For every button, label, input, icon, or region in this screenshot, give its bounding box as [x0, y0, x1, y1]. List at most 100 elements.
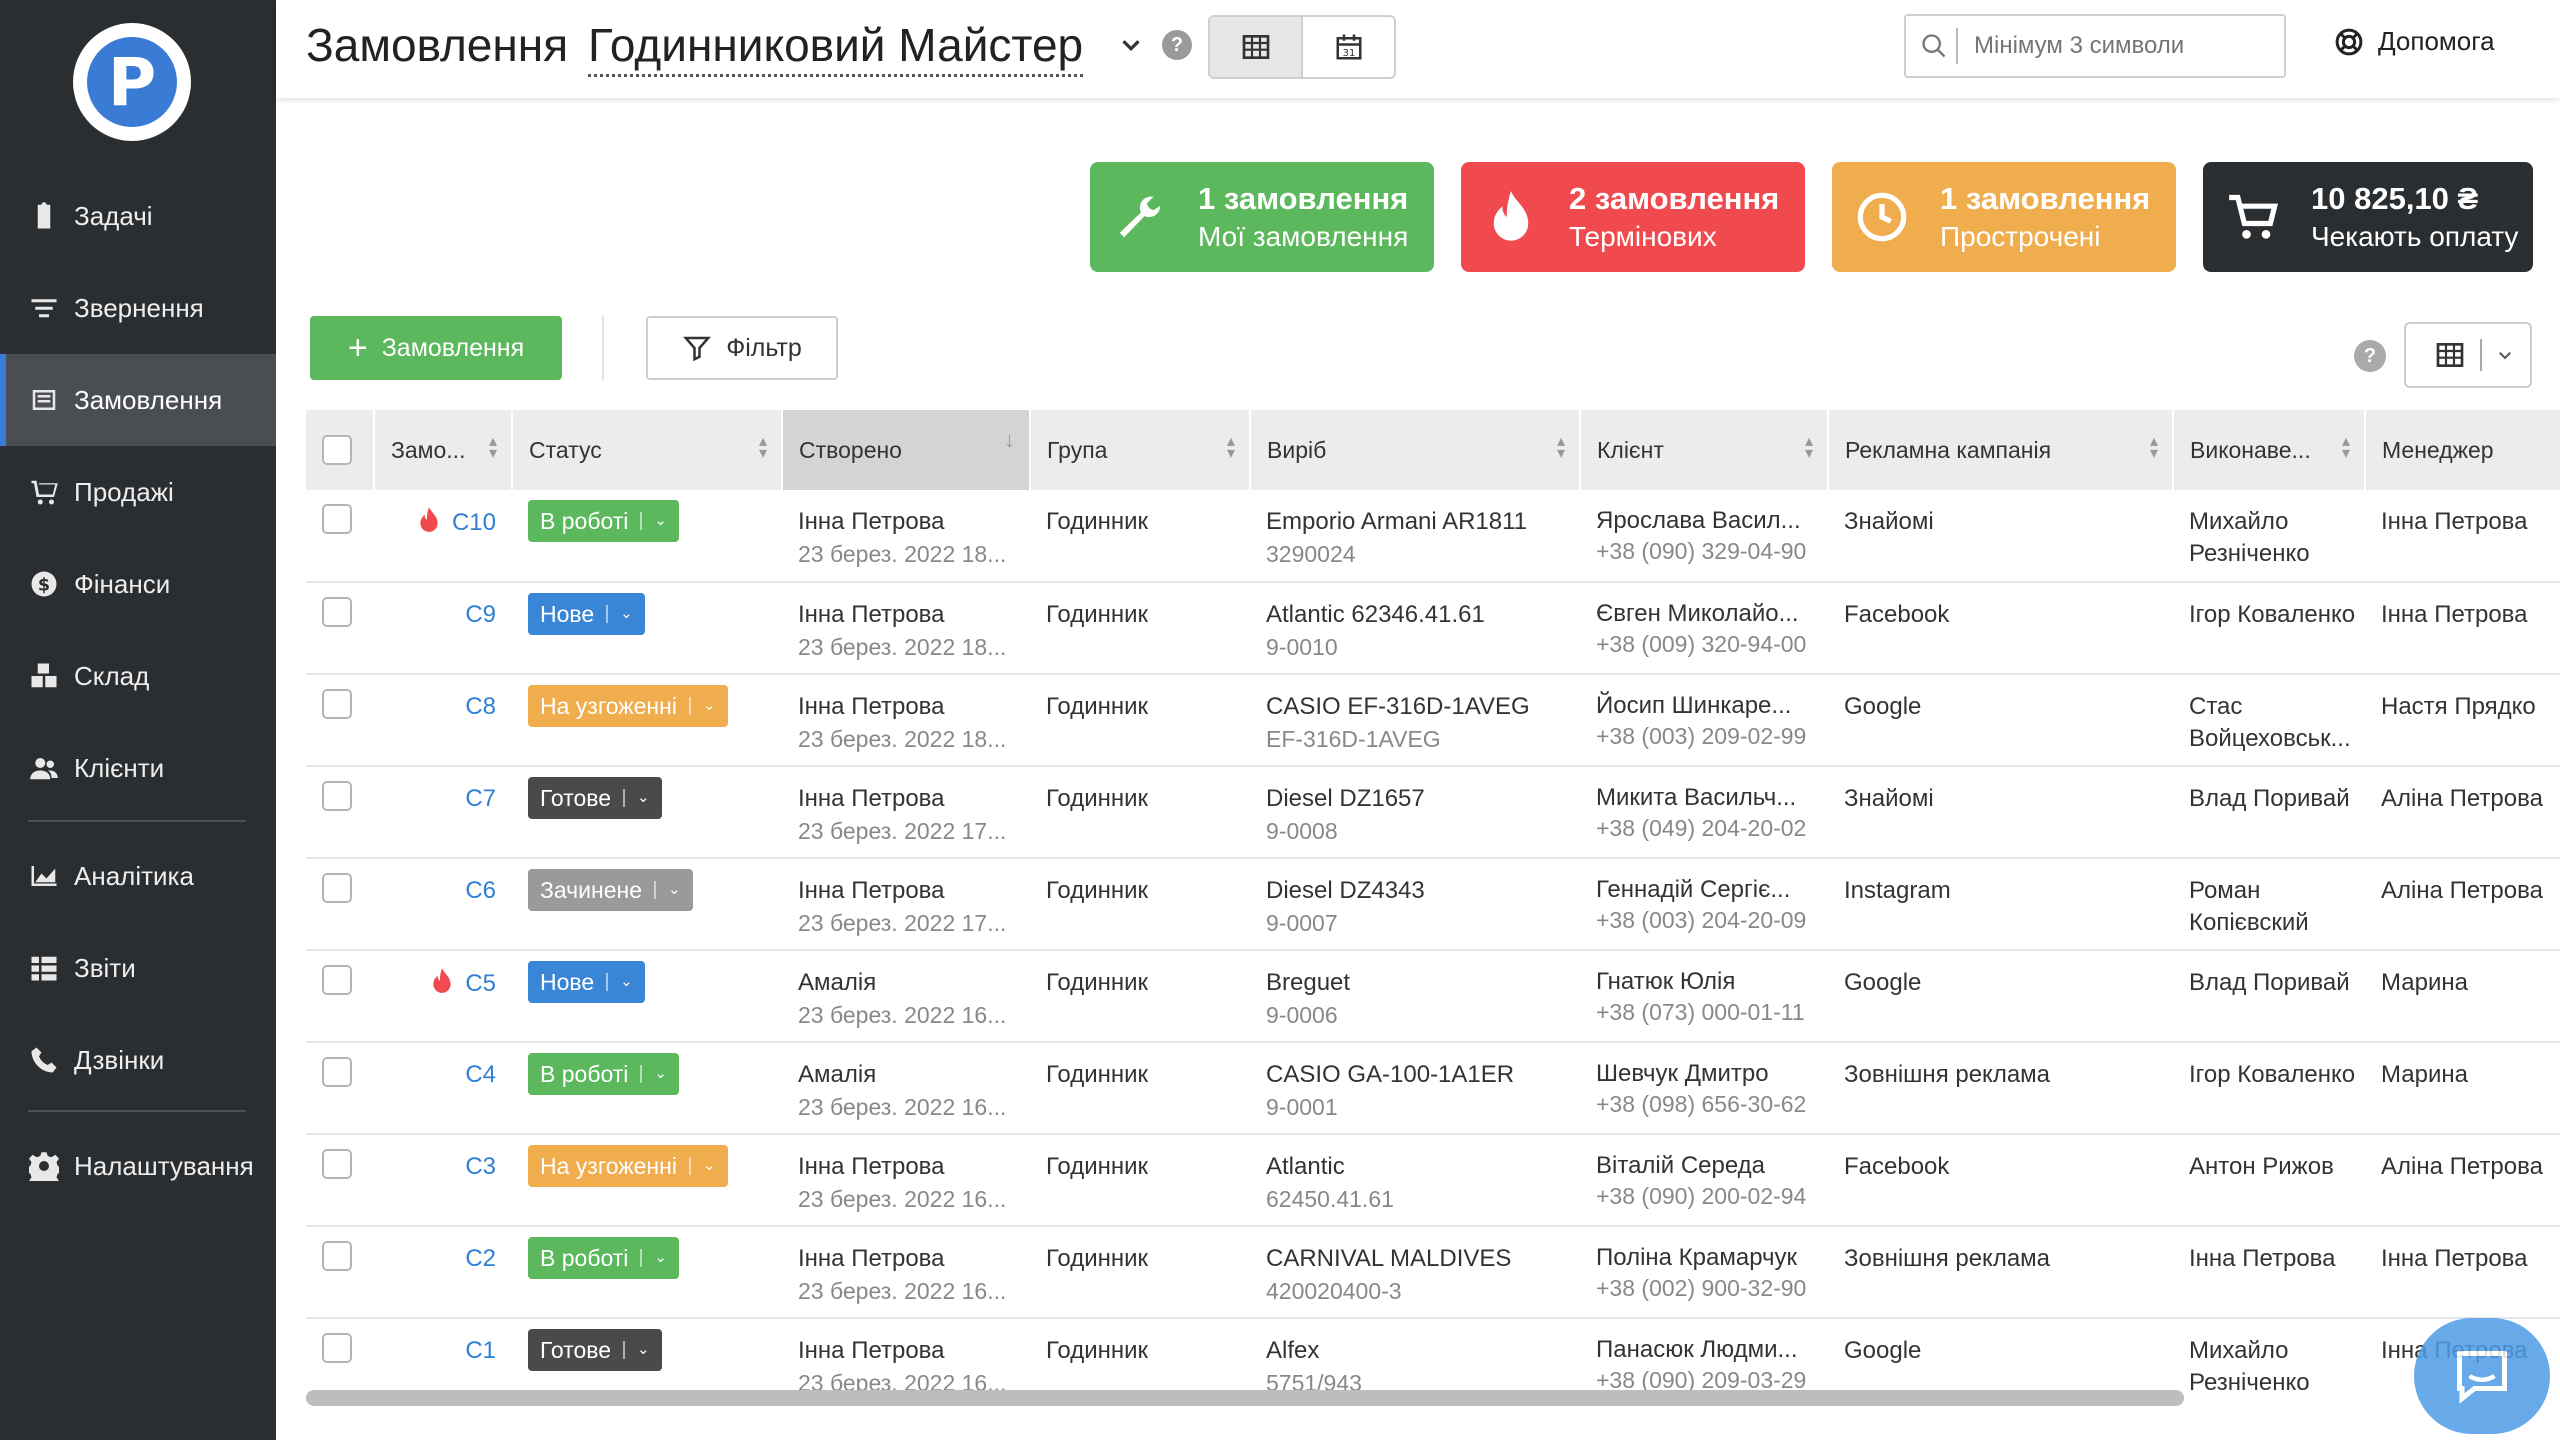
status-dropdown[interactable]: Готове ⌄	[528, 777, 662, 819]
table-row[interactable]: C8 На узгоженні ⌄ Інна Петрова 23 берез. 202…	[306, 674, 2560, 767]
table-row[interactable]: C4 В роботі ⌄ Амалія 23 берез. 2022 16... Год…	[306, 1042, 2560, 1135]
order-link[interactable]: C2	[465, 1245, 496, 1272]
client-name[interactable]: Геннадій Сергіє...	[1596, 875, 1812, 905]
client-name[interactable]: Ярослава Васил...	[1596, 506, 1812, 536]
table-row[interactable]: C6 Зачинене ⌄ Інна Петрова 23 берез. 2022 17…	[306, 858, 2560, 951]
table-row[interactable]: C7 Готове ⌄ Інна Петрова 23 берез. 2022 17..…	[306, 766, 2560, 859]
col-header-created[interactable]: Створено ↓	[782, 410, 1031, 490]
client-phone[interactable]: +38 (090) 209-03-29	[1596, 1365, 1812, 1390]
col-header-number[interactable]: Замо... ▴ ▾	[374, 410, 513, 490]
row-checkbox[interactable]	[322, 597, 352, 627]
sidebar-item-finance[interactable]: $ Фінанси	[0, 538, 276, 630]
filter-button[interactable]: Фільтр	[646, 316, 838, 380]
client-name[interactable]: Поліна Крамарчук	[1596, 1243, 1812, 1273]
client-name[interactable]: Гнатюк Юлія	[1596, 967, 1812, 997]
sidebar-item-clients[interactable]: Клієнти	[0, 722, 276, 814]
col-header-group[interactable]: Група ▴ ▾	[1030, 410, 1251, 490]
col-header-manager[interactable]: Менеджер	[2365, 410, 2560, 490]
card-my-orders[interactable]: 1 замовлення Мої замовлення	[1090, 162, 1434, 272]
row-checkbox[interactable]	[322, 1333, 352, 1363]
col-header-client[interactable]: Клієнт ▴ ▾	[1580, 410, 1829, 490]
status-dropdown[interactable]: На узгоженні ⌄	[528, 685, 728, 727]
sidebar-item-sales[interactable]: Продажі	[0, 446, 276, 538]
calendar-view-button[interactable]: 31	[1303, 17, 1394, 77]
client-name[interactable]: Шевчук Дмитро	[1596, 1059, 1812, 1089]
chat-widget-button[interactable]	[2414, 1318, 2550, 1434]
order-link[interactable]: C9	[465, 601, 496, 628]
client-phone[interactable]: +38 (009) 320-94-00	[1596, 629, 1812, 659]
sidebar-item-calls[interactable]: Дзвінки	[0, 1014, 276, 1106]
columns-settings-button[interactable]	[2404, 322, 2532, 388]
row-checkbox[interactable]	[322, 1057, 352, 1087]
table-row[interactable]: C2 В роботі ⌄ Інна Петрова 23 берез. 2022 16…	[306, 1226, 2560, 1319]
card-urgent[interactable]: 2 замовлення Термінових	[1461, 162, 1805, 272]
sidebar-item-orders[interactable]: Замовлення	[0, 354, 276, 446]
client-phone[interactable]: +38 (090) 329-04-90	[1596, 536, 1812, 566]
client-phone[interactable]: +38 (073) 000-01-11	[1596, 997, 1812, 1027]
help-link[interactable]: Допомога	[2334, 26, 2495, 57]
order-link[interactable]: C5	[465, 970, 496, 997]
client-phone[interactable]: +38 (049) 204-20-02	[1596, 813, 1812, 843]
col-header-executor[interactable]: Виконаве... ▴ ▾	[2173, 410, 2366, 490]
order-link[interactable]: C10	[452, 509, 496, 536]
table-row[interactable]: C10 В роботі ⌄ Інна Петрова 23 берез. 2022 1…	[306, 490, 2560, 583]
search-input[interactable]	[1974, 32, 2274, 60]
card-overdue[interactable]: 1 замовлення Прострочені	[1832, 162, 2176, 272]
row-checkbox[interactable]	[322, 873, 352, 903]
row-checkbox[interactable]	[322, 965, 352, 995]
row-checkbox[interactable]	[322, 689, 352, 719]
row-checkbox[interactable]	[322, 1241, 352, 1271]
order-link[interactable]: C3	[465, 1153, 496, 1180]
table-help-icon[interactable]: ?	[2354, 340, 2386, 372]
status-dropdown[interactable]: На узгоженні ⌄	[528, 1145, 728, 1187]
select-all-checkbox[interactable]	[322, 435, 352, 465]
executor-cell: Інна Петрова	[2173, 1226, 2365, 1319]
table-row[interactable]: C3 На узгоженні ⌄ Інна Петрова 23 берез. 202…	[306, 1134, 2560, 1227]
table-row[interactable]: C1 Готове ⌄ Інна Петрова 23 берез. 2022 16..…	[306, 1318, 2560, 1390]
client-name[interactable]: Микита Васильч...	[1596, 783, 1812, 813]
client-name[interactable]: Євген Миколайо...	[1596, 599, 1812, 629]
app-logo[interactable]: P	[73, 23, 191, 141]
status-dropdown[interactable]: Готове ⌄	[528, 1329, 662, 1371]
horizontal-scrollbar[interactable]	[306, 1390, 2184, 1406]
sidebar-item-requests[interactable]: Звернення	[0, 262, 276, 354]
sidebar-item-reports[interactable]: Звіти	[0, 922, 276, 1014]
client-name[interactable]: Йосип Шинкаре...	[1596, 691, 1812, 721]
table-row[interactable]: C9 Нове ⌄ Інна Петрова 23 берез. 2022 18... Г…	[306, 582, 2560, 675]
client-phone[interactable]: +38 (003) 209-02-99	[1596, 721, 1812, 751]
order-link[interactable]: C8	[465, 693, 496, 720]
status-dropdown[interactable]: В роботі ⌄	[528, 1237, 679, 1279]
card-awaiting-payment[interactable]: 10 825,10 ₴ Чекають оплату	[2203, 162, 2533, 272]
client-phone[interactable]: +38 (098) 656-30-62	[1596, 1089, 1812, 1119]
order-link[interactable]: C7	[465, 785, 496, 812]
table-view-button[interactable]	[1210, 17, 1303, 77]
order-link[interactable]: C6	[465, 877, 496, 904]
row-checkbox[interactable]	[322, 504, 352, 534]
client-phone[interactable]: +38 (002) 900-32-90	[1596, 1273, 1812, 1303]
col-header-campaign[interactable]: Рекламна кампанія ▴ ▾	[1828, 410, 2174, 490]
col-header-product[interactable]: Виріб ▴ ▾	[1250, 410, 1581, 490]
client-name[interactable]: Віталій Середа	[1596, 1151, 1812, 1181]
client-name[interactable]: Панасюк Людми...	[1596, 1335, 1812, 1365]
row-checkbox[interactable]	[322, 1149, 352, 1179]
sidebar-item-analytics[interactable]: Аналітика	[0, 830, 276, 922]
status-dropdown[interactable]: Зачинене ⌄	[528, 869, 693, 911]
order-link[interactable]: C4	[465, 1061, 496, 1088]
status-dropdown[interactable]: В роботі ⌄	[528, 1053, 679, 1095]
help-icon[interactable]: ?	[1162, 30, 1192, 60]
add-order-button[interactable]: + Замовлення	[310, 316, 562, 380]
status-dropdown[interactable]: Нове ⌄	[528, 593, 645, 635]
chevron-down-icon[interactable]	[1116, 30, 1146, 60]
sidebar-item-tasks[interactable]: Задачі	[0, 170, 276, 262]
order-link[interactable]: C1	[465, 1337, 496, 1364]
workspace-selector[interactable]: Годинниковий Майстер	[588, 18, 1084, 77]
status-dropdown[interactable]: Нове ⌄	[528, 961, 645, 1003]
client-phone[interactable]: +38 (003) 204-20-09	[1596, 905, 1812, 935]
client-phone[interactable]: +38 (090) 200-02-94	[1596, 1181, 1812, 1211]
sidebar-item-warehouse[interactable]: Склад	[0, 630, 276, 722]
status-dropdown[interactable]: В роботі ⌄	[528, 500, 679, 542]
row-checkbox[interactable]	[322, 781, 352, 811]
sidebar-item-settings[interactable]: Налаштування	[0, 1120, 276, 1212]
table-row[interactable]: C5 Нове ⌄ Амалія 23 берез. 2022 16... Годинни…	[306, 950, 2560, 1043]
col-header-status[interactable]: Статус ▴ ▾	[512, 410, 783, 490]
